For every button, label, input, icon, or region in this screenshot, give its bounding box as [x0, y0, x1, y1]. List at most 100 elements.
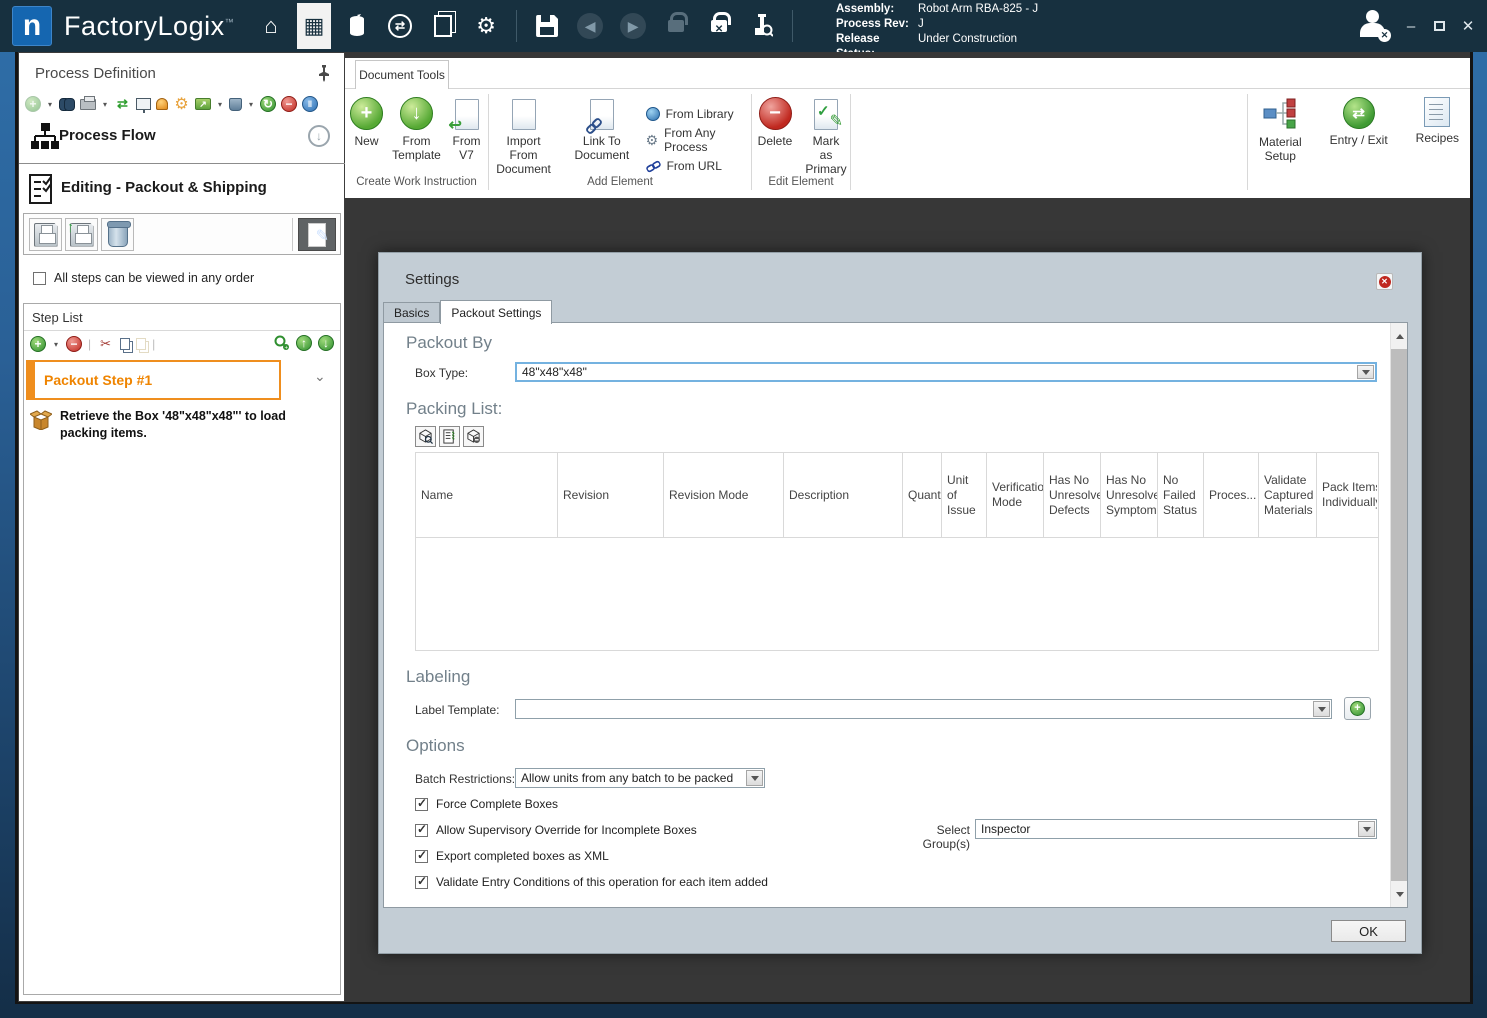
- batch-restrictions-combobox[interactable]: Allow units from any batch to be packed: [515, 768, 765, 788]
- process-flow-row[interactable]: Process Flow ↓: [19, 119, 344, 155]
- zoom-step-icon[interactable]: +: [274, 335, 290, 351]
- tab-packout-settings[interactable]: Packout Settings: [440, 300, 553, 324]
- column-header[interactable]: Quantity: [903, 453, 942, 537]
- delete-step-button[interactable]: [101, 218, 134, 251]
- close-button[interactable]: ✕: [1459, 17, 1477, 35]
- collapse-circle-icon[interactable]: ↓: [308, 125, 330, 147]
- back-icon[interactable]: ◀: [573, 7, 607, 45]
- ok-button[interactable]: OK: [1331, 920, 1406, 942]
- print-icon[interactable]: [80, 95, 96, 110]
- from-url-item[interactable]: From URL: [645, 159, 751, 173]
- process-route-icon[interactable]: ⇄: [114, 96, 131, 113]
- cut-icon[interactable]: ✂: [97, 336, 114, 353]
- edit-mode-button[interactable]: ✎: [298, 218, 336, 251]
- column-header[interactable]: Validate Captured Materials: [1259, 453, 1317, 537]
- add-icon[interactable]: +: [25, 96, 41, 112]
- transfer-icon[interactable]: ⇄: [383, 7, 417, 45]
- copy-icon[interactable]: [120, 338, 131, 350]
- inspect-tool-icon[interactable]: [745, 7, 779, 45]
- material-setup-button[interactable]: Material Setup: [1254, 97, 1307, 163]
- column-header[interactable]: Revision Mode: [664, 453, 784, 537]
- pin-icon[interactable]: [318, 65, 330, 87]
- presentation-icon[interactable]: [136, 98, 151, 113]
- refresh-icon[interactable]: ↻: [260, 96, 276, 112]
- move-up-icon[interactable]: ↑: [296, 335, 312, 351]
- column-header[interactable]: Verification Mode: [987, 453, 1044, 537]
- settings-gear-icon[interactable]: ⚙: [469, 7, 503, 45]
- step-item[interactable]: Packout Step #1 ⌄: [26, 360, 326, 400]
- dialog-scrollbar[interactable]: [1390, 323, 1407, 907]
- minimize-button[interactable]: –: [1402, 18, 1420, 35]
- lock-close-icon[interactable]: ✕: [702, 7, 736, 45]
- link-to-document-button[interactable]: Link To Document: [572, 97, 631, 162]
- export-dropdown-caret-icon[interactable]: ▾: [216, 96, 224, 113]
- column-header[interactable]: Proces...: [1204, 453, 1259, 537]
- export-folder-icon[interactable]: ↗: [195, 98, 211, 110]
- add-step-icon[interactable]: +: [30, 336, 46, 352]
- trash-bucket-icon[interactable]: [229, 97, 242, 111]
- home-icon[interactable]: ⌂: [254, 7, 288, 45]
- supervisory-override-checkbox[interactable]: ✓: [415, 822, 428, 837]
- paste-icon[interactable]: [136, 338, 147, 350]
- recipes-button[interactable]: Recipes: [1411, 97, 1464, 145]
- export-xml-row[interactable]: ✓ Export completed boxes as XML: [415, 848, 609, 863]
- scroll-thumb[interactable]: [1391, 349, 1407, 881]
- move-down-icon[interactable]: ↓: [318, 335, 334, 351]
- add-label-template-button[interactable]: +: [1344, 697, 1371, 720]
- dropdown-arrow-icon[interactable]: [746, 770, 763, 786]
- process-editor-icon[interactable]: ▦: [297, 3, 332, 49]
- from-any-process-item[interactable]: ⚙ From Any Process: [646, 126, 751, 154]
- column-header[interactable]: Name: [416, 453, 558, 537]
- column-header[interactable]: Description: [784, 453, 903, 537]
- delete-button[interactable]: − Delete: [752, 97, 798, 148]
- trash-dropdown-caret-icon[interactable]: ▾: [247, 96, 255, 113]
- remove-part-button[interactable]: [463, 426, 484, 447]
- process-settings-gear-icon[interactable]: ⚙: [173, 96, 190, 113]
- unlock-icon[interactable]: [659, 7, 693, 45]
- pause-icon[interactable]: ‖: [302, 96, 318, 112]
- remove-step-icon[interactable]: −: [66, 336, 82, 352]
- new-button[interactable]: + New: [344, 97, 390, 148]
- add-dropdown-caret-icon[interactable]: ▾: [46, 96, 54, 113]
- from-library-item[interactable]: From Library: [645, 107, 751, 121]
- forward-icon[interactable]: ▶: [616, 7, 650, 45]
- force-complete-boxes-row[interactable]: ✓ Force Complete Boxes: [415, 796, 558, 811]
- step-chevron-icon[interactable]: ⌄: [314, 368, 326, 385]
- user-logout-icon[interactable]: ✕: [1358, 10, 1391, 42]
- packing-list-empty-body[interactable]: [416, 538, 1378, 650]
- column-header[interactable]: No Failed Status: [1158, 453, 1204, 537]
- scroll-down-button[interactable]: [1391, 881, 1407, 907]
- save-step-button[interactable]: [29, 218, 62, 251]
- import-from-document-button[interactable]: Import From Document: [489, 97, 558, 176]
- dropdown-arrow-icon[interactable]: [1313, 701, 1330, 717]
- mark-as-primary-button[interactable]: ✓ ✎ Mark as Primary: [802, 97, 850, 176]
- step-instruction-row[interactable]: Retrieve the Box '48"x48"x48"' to load p…: [30, 408, 336, 442]
- any-order-checkbox-row[interactable]: ✓ All steps can be viewed in any order: [33, 271, 254, 285]
- select-groups-combobox[interactable]: Inspector: [975, 819, 1377, 839]
- find-binoculars-icon[interactable]: [59, 98, 75, 111]
- validate-entry-conditions-row[interactable]: ✓ Validate Entry Conditions of this oper…: [415, 874, 768, 889]
- force-complete-boxes-checkbox[interactable]: ✓: [415, 796, 428, 811]
- save-as-button[interactable]: ↑: [65, 218, 98, 251]
- column-header[interactable]: Revision: [558, 453, 664, 537]
- column-header[interactable]: Has No Unresolved Defects: [1044, 453, 1101, 537]
- maximize-button[interactable]: [1434, 21, 1445, 31]
- tab-document-tools[interactable]: Document Tools: [355, 60, 449, 89]
- dropdown-arrow-icon[interactable]: [1358, 821, 1375, 837]
- print-dropdown-caret-icon[interactable]: ▾: [101, 96, 109, 113]
- entry-exit-button[interactable]: ⇄ Entry / Exit: [1325, 97, 1393, 147]
- column-header[interactable]: Unit of Issue: [942, 453, 987, 537]
- alerts-bell-icon[interactable]: [156, 98, 168, 110]
- supervisory-override-row[interactable]: ✓ Allow Supervisory Override for Incompl…: [415, 822, 697, 837]
- from-template-button[interactable]: ↓ From Template: [392, 97, 441, 162]
- scroll-up-button[interactable]: [1391, 323, 1407, 349]
- tab-basics[interactable]: Basics: [383, 302, 441, 323]
- from-v7-button[interactable]: ↩ From V7: [444, 97, 490, 162]
- box-type-combobox[interactable]: 48"x48"x48": [515, 362, 1377, 382]
- stop-icon[interactable]: −: [281, 96, 297, 112]
- materials-icon[interactable]: [340, 7, 374, 45]
- add-step-caret-icon[interactable]: ▾: [52, 336, 60, 353]
- find-part-button[interactable]: [415, 426, 436, 447]
- dropdown-arrow-icon[interactable]: [1357, 365, 1374, 379]
- dialog-close-button[interactable]: ✕: [1376, 273, 1393, 290]
